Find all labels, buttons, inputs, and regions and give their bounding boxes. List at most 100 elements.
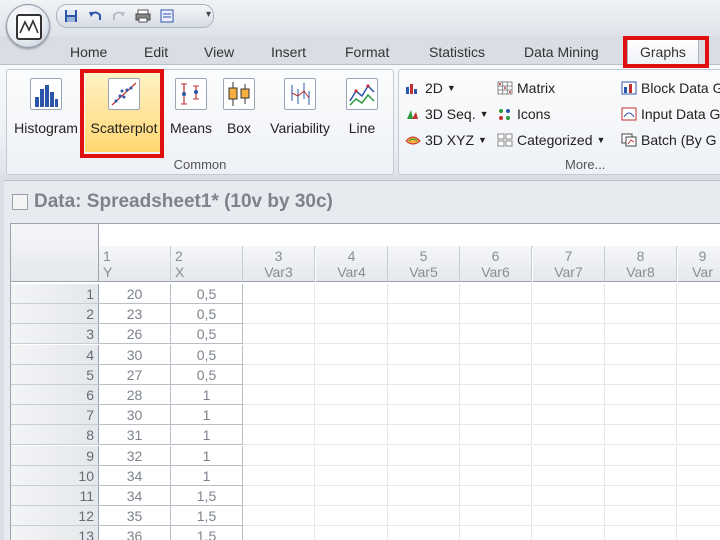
cell-empty[interactable] [243, 364, 315, 385]
cell-empty[interactable] [460, 364, 532, 385]
cell-empty[interactable] [460, 385, 532, 405]
tab-format[interactable]: Format [345, 44, 389, 60]
cell-empty[interactable] [316, 465, 388, 486]
row-header[interactable]: 7 [11, 405, 99, 426]
cell-empty[interactable] [316, 486, 388, 506]
variability-button[interactable]: Variability [263, 72, 337, 152]
cell-empty[interactable] [533, 284, 605, 304]
scatterplot-button[interactable]: Scatterplot [85, 72, 163, 152]
cell-empty[interactable] [388, 284, 460, 304]
cell-empty[interactable] [243, 405, 315, 426]
cell-empty[interactable] [678, 446, 720, 466]
cell-empty[interactable] [605, 344, 677, 365]
cell-y[interactable]: 26 [99, 324, 171, 345]
cell-empty[interactable] [316, 304, 388, 325]
cell-y[interactable]: 27 [99, 364, 171, 385]
cell-empty[interactable] [678, 486, 720, 506]
cell-empty[interactable] [388, 445, 460, 466]
cell-empty[interactable] [243, 385, 315, 405]
cell-empty[interactable] [243, 344, 315, 365]
cell-empty[interactable] [678, 405, 720, 426]
block-data-graphs-button[interactable]: Block Data G [621, 80, 720, 96]
spreadsheet-grid[interactable]: 1 Y 2 X 3 Var3 4 Var4 5 Var5 6 Var6 7 Var7 8 Var8 9 Var 1… [10, 223, 720, 540]
column-header[interactable]: 4 Var4 [316, 246, 388, 282]
histogram-button[interactable]: Histogram [11, 72, 81, 152]
column-header[interactable]: 8 Var8 [605, 246, 677, 282]
grid-corner[interactable] [11, 224, 99, 282]
cell-y[interactable]: 30 [99, 405, 171, 426]
cell-empty[interactable] [605, 425, 677, 446]
cell-empty[interactable] [388, 344, 460, 365]
cell-empty[interactable] [388, 526, 460, 540]
cell-empty[interactable] [316, 364, 388, 385]
row-header[interactable]: 6 [11, 385, 99, 405]
cell-empty[interactable] [388, 486, 460, 506]
means-button[interactable]: Means [165, 72, 217, 152]
3d-seq-button[interactable]: 3D Seq. ▼ [405, 106, 489, 122]
cell-empty[interactable] [678, 526, 720, 540]
cell-empty[interactable] [460, 405, 532, 426]
cell-y[interactable]: 34 [99, 486, 171, 506]
line-button[interactable]: Line [341, 72, 383, 152]
cell-empty[interactable] [316, 324, 388, 345]
cell-empty[interactable] [243, 526, 315, 540]
cell-empty[interactable] [460, 324, 532, 345]
cell-empty[interactable] [388, 304, 460, 325]
cell-x[interactable]: 1 [171, 465, 243, 486]
cell-empty[interactable] [316, 284, 388, 304]
cell-empty[interactable] [243, 304, 315, 325]
3d-xyz-button[interactable]: 3D XYZ ▼ [405, 132, 487, 148]
box-button[interactable]: Box [219, 72, 259, 152]
cell-x[interactable]: 1,5 [171, 486, 243, 506]
cell-empty[interactable] [533, 304, 605, 325]
cell-empty[interactable] [533, 445, 605, 466]
cell-empty[interactable] [678, 304, 720, 325]
tab-data-mining[interactable]: Data Mining [524, 44, 599, 60]
2d-graphs-button[interactable]: 2D ▼ [405, 80, 456, 96]
cell-x[interactable]: 1,5 [171, 526, 243, 540]
column-header[interactable]: 3 Var3 [243, 246, 315, 282]
cell-y[interactable]: 23 [99, 304, 171, 325]
cell-empty[interactable] [243, 284, 315, 304]
cell-empty[interactable] [678, 365, 720, 385]
cell-empty[interactable] [605, 324, 677, 345]
cell-empty[interactable] [316, 526, 388, 540]
cell-empty[interactable] [460, 425, 532, 446]
properties-icon[interactable] [159, 8, 175, 24]
cell-empty[interactable] [533, 405, 605, 426]
cell-x[interactable]: 0,5 [171, 324, 243, 345]
tab-statistics[interactable]: Statistics [429, 44, 485, 60]
batch-by-group-button[interactable]: Batch (By G [621, 132, 716, 148]
cell-empty[interactable] [243, 465, 315, 486]
cell-empty[interactable] [605, 405, 677, 426]
cell-empty[interactable] [678, 425, 720, 446]
cell-y[interactable]: 28 [99, 385, 171, 405]
cell-x[interactable]: 1 [171, 425, 243, 446]
categorized-button[interactable]: Categorized ▼ [497, 132, 605, 148]
row-header[interactable]: 13 [11, 526, 99, 540]
cell-empty[interactable] [460, 506, 532, 527]
row-header[interactable]: 8 [11, 425, 99, 446]
cell-y[interactable]: 34 [99, 465, 171, 486]
cell-empty[interactable] [460, 304, 532, 325]
cell-empty[interactable] [533, 425, 605, 446]
column-header[interactable]: 5 Var5 [388, 246, 460, 282]
column-header[interactable]: 2X [171, 246, 243, 282]
cell-x[interactable]: 1,5 [171, 506, 243, 527]
cell-empty[interactable] [388, 425, 460, 446]
cell-empty[interactable] [388, 465, 460, 486]
cell-empty[interactable] [243, 425, 315, 446]
undo-icon[interactable] [87, 8, 103, 24]
column-header[interactable]: 6 Var6 [460, 246, 532, 282]
redo-icon[interactable] [111, 8, 127, 24]
cell-empty[interactable] [533, 486, 605, 506]
print-icon[interactable] [135, 8, 151, 24]
row-header[interactable]: 11 [11, 486, 99, 506]
customize-qat-chevron-down-icon[interactable]: ▾ [206, 9, 211, 20]
cell-empty[interactable] [388, 324, 460, 345]
cell-empty[interactable] [460, 344, 532, 365]
cell-empty[interactable] [605, 465, 677, 486]
cell-empty[interactable] [605, 526, 677, 540]
cell-x[interactable]: 1 [171, 385, 243, 405]
cell-empty[interactable] [243, 445, 315, 466]
